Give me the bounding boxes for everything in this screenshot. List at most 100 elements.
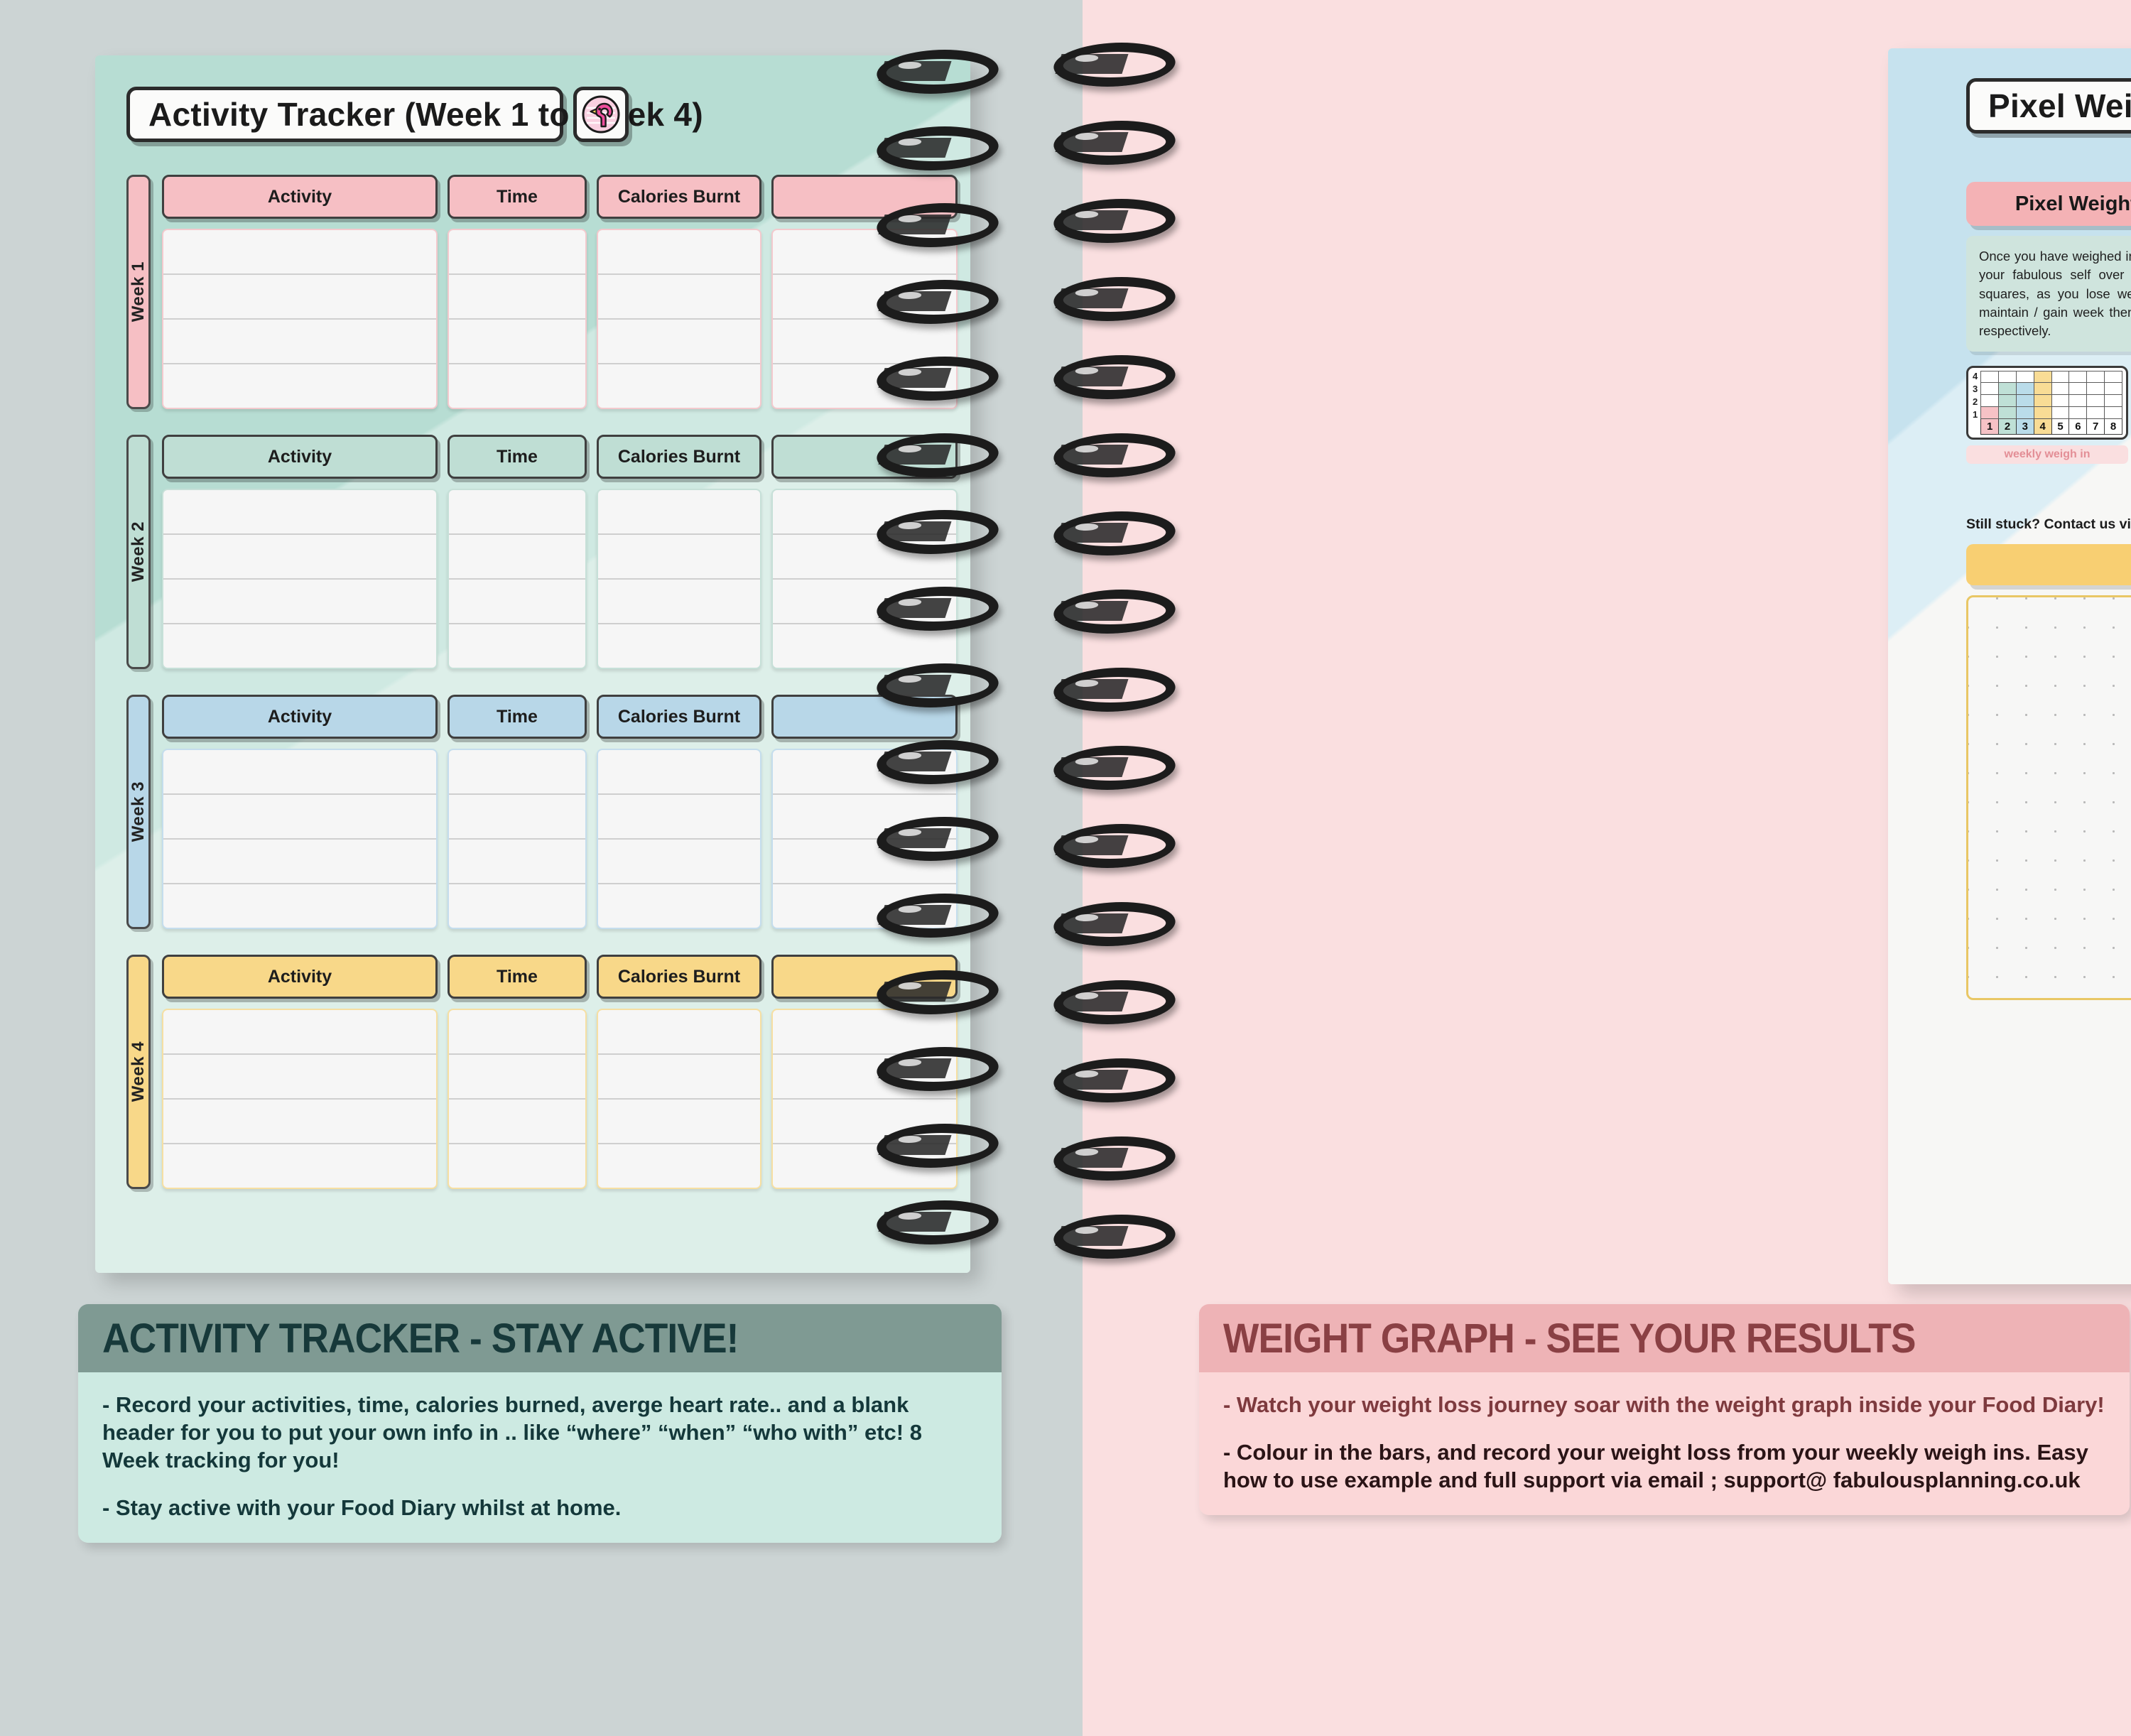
mini-graph-cell[interactable] — [2034, 371, 2052, 384]
entry-cell-calories[interactable] — [597, 749, 761, 929]
column-header-time[interactable]: Time — [448, 695, 587, 739]
spiral-coil — [869, 970, 1006, 1014]
mini-graph-x-axis: 12345678 — [1980, 419, 2122, 435]
entry-cell-time[interactable] — [448, 749, 587, 929]
mini-graph-cell[interactable] — [2105, 383, 2122, 396]
mini-ytick: 1 — [1973, 409, 1978, 421]
week-tab-label: Week 4 — [129, 1041, 148, 1102]
week-tab-2[interactable]: Week 2 — [126, 435, 151, 669]
mini-graph-y-ticks: 4 3 2 1 — [1971, 371, 1980, 435]
mini-graph-cell[interactable] — [1980, 371, 2000, 384]
column-header-calories-burnt[interactable]: Calories Burnt — [597, 955, 761, 999]
week-3-header-row: Activity Time Calories Burnt — [162, 695, 958, 739]
week-block-2: Week 2 Activity Time Calories Burnt — [126, 435, 958, 669]
entry-cell-time[interactable] — [448, 489, 587, 669]
entry-cell-activity[interactable] — [162, 489, 438, 669]
mini-graph-cell[interactable] — [2087, 383, 2105, 396]
column-header-activity[interactable]: Activity — [162, 955, 438, 999]
mini-graph-x-tick: 7 — [2087, 419, 2105, 435]
week-2-header-row: Activity Time Calories Burnt — [162, 435, 958, 479]
weight-graph-title-box[interactable]: Pixel Weight Graph — [1966, 78, 2131, 134]
mini-ytick: 2 — [1973, 396, 1978, 408]
column-header-calories-burnt[interactable]: Calories Burnt — [597, 695, 761, 739]
column-header-activity[interactable]: Activity — [162, 175, 438, 219]
mini-graph-cell[interactable] — [1980, 395, 2000, 408]
mini-graph-cell[interactable] — [2087, 395, 2105, 408]
mini-graph-cell[interactable] — [2016, 383, 2034, 396]
pixel-weight-graph-page: Pixel Weight Graph Pixel Weight Graph ~ … — [1888, 48, 2131, 1284]
column-header-activity[interactable]: Activity — [162, 695, 438, 739]
card-heading-text: ACTIVITY TRACKER - STAY ACTIVE! — [102, 1315, 739, 1362]
mini-graph-cell[interactable] — [2016, 395, 2034, 408]
mini-graph-cell[interactable] — [2087, 407, 2105, 420]
mini-graph-cell[interactable] — [2069, 371, 2088, 384]
spiral-coil — [869, 357, 1006, 401]
mini-graph-cell[interactable] — [1999, 383, 2017, 396]
mini-graph-cell[interactable] — [2051, 383, 2070, 396]
column-header-time[interactable]: Time — [448, 955, 587, 999]
entry-cell-activity[interactable] — [162, 1009, 438, 1189]
mini-graph-grid — [1980, 371, 2122, 420]
flamingo-logo-box[interactable] — [573, 87, 629, 142]
spiral-coil — [869, 126, 1006, 170]
entry-cell-activity[interactable] — [162, 229, 438, 409]
entry-cell-activity[interactable] — [162, 749, 438, 929]
card-heading-text: WEIGHT GRAPH - SEE YOUR RESULTS — [1223, 1315, 1916, 1362]
week-tab-1[interactable]: Week 1 — [126, 175, 151, 409]
mini-graph-cell[interactable] — [2087, 371, 2105, 384]
mini-graph-cell[interactable] — [2034, 407, 2052, 420]
mini-graph-cell[interactable] — [2034, 383, 2052, 396]
mini-graph-row — [1980, 371, 2122, 384]
spiral-coil — [869, 817, 1006, 861]
mini-ytick: 3 — [1973, 384, 1978, 395]
mini-graph-cell[interactable] — [2016, 407, 2034, 420]
mini-pixel-graph-wrap: 4 3 2 1 12345678 weekly weigh in — [1966, 366, 2128, 465]
mini-graph-cell[interactable] — [1999, 407, 2017, 420]
week-tab-4[interactable]: Week 4 — [126, 955, 151, 1189]
mini-graph-cell[interactable] — [2105, 371, 2122, 384]
mini-graph-cell[interactable] — [2051, 395, 2070, 408]
mini-graph-cell[interactable] — [2105, 407, 2122, 420]
entry-cell-calories[interactable] — [597, 229, 761, 409]
mini-graph-cell[interactable] — [1980, 383, 2000, 396]
entry-cell-calories[interactable] — [597, 1009, 761, 1189]
mini-graph-cell[interactable] — [2069, 383, 2088, 396]
column-header-time[interactable]: Time — [448, 435, 587, 479]
column-header-calories-burnt[interactable]: Calories Burnt — [597, 435, 761, 479]
column-header-time[interactable]: Time — [448, 175, 587, 219]
mini-graph-cell[interactable] — [2069, 407, 2088, 420]
notes-writing-area[interactable] — [1966, 595, 2131, 1001]
spiral-coil — [1046, 1058, 1183, 1102]
week-1-body-row — [162, 229, 958, 409]
howto-column: Pixel Weight Graph ~ How To Use Once you… — [1966, 182, 2131, 1001]
notes-heading: Notes — [1966, 544, 2131, 586]
mini-graph-cell[interactable] — [2105, 395, 2122, 408]
mini-graph-cell[interactable] — [1999, 395, 2017, 408]
week-1-header-row: Activity Time Calories Burnt — [162, 175, 958, 219]
weight-graph-title-bar: Pixel Weight Graph — [1966, 78, 2131, 134]
spiral-coil — [1046, 980, 1183, 1024]
mini-graph-cell[interactable] — [2051, 407, 2070, 420]
mini-graph-cell[interactable] — [2016, 371, 2034, 384]
spiral-coil — [869, 1047, 1006, 1091]
entry-cell-calories[interactable] — [597, 489, 761, 669]
mini-graph-x-tick: 1 — [1980, 419, 2000, 435]
week-tab-3[interactable]: Week 3 — [126, 695, 151, 929]
spiral-coil — [869, 280, 1006, 324]
activity-title-box[interactable]: Activity Tracker (Week 1 to Week 4) — [126, 87, 703, 142]
spiral-coil — [869, 433, 1006, 477]
spiral-coil — [869, 894, 1006, 938]
spiral-coil — [1046, 43, 1183, 87]
mini-graph-x-tick: 2 — [1999, 419, 2017, 435]
mini-graph-cell[interactable] — [1999, 371, 2017, 384]
entry-cell-time[interactable] — [448, 1009, 587, 1189]
mini-graph-cell[interactable] — [2034, 395, 2052, 408]
mini-graph-cell[interactable] — [2051, 371, 2070, 384]
right-panel: Pixel Weight Graph Pixel Weight Graph ~ … — [1046, 0, 2131, 1736]
entry-cell-time[interactable] — [448, 229, 587, 409]
mini-graph-cell[interactable] — [2069, 395, 2088, 408]
card-body: - Record your activities, time, calories… — [78, 1372, 1002, 1544]
column-header-activity[interactable]: Activity — [162, 435, 438, 479]
mini-graph-cell[interactable] — [1980, 407, 2000, 420]
column-header-calories-burnt[interactable]: Calories Burnt — [597, 175, 761, 219]
